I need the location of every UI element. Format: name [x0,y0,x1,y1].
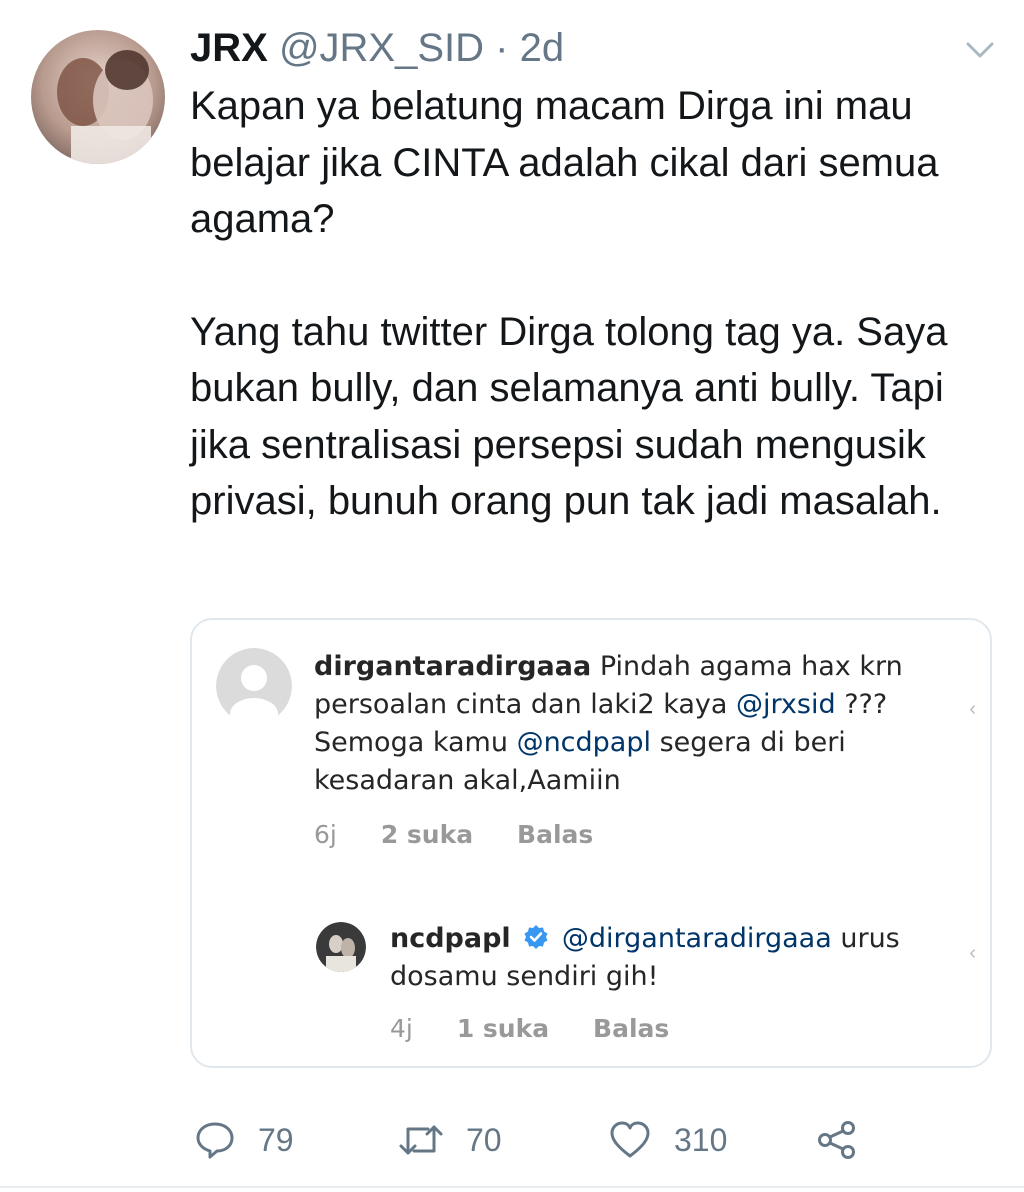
like-count: 310 [674,1121,728,1158]
comment-mention: @jrxsid [736,689,836,720]
comment-reply-label: Balas [517,820,594,849]
reply-button[interactable]: 79 [194,1110,294,1170]
avatar [316,922,366,972]
comment-reply-label: Balas [593,1014,670,1043]
tweet-header: JRX @JRX_SID · 2d [190,24,564,72]
reply-count: 79 [258,1121,294,1158]
comment-username: dirgantaradirgaaa [314,651,592,682]
comment-meta: 6j 2 suka Balas [314,820,629,849]
retweet-icon [399,1125,443,1155]
comment-body: ncdpapl @dirgantaradirgaaa urus dosamu s… [390,920,960,996]
comment-likes: 1 suka [456,1014,550,1043]
comment-likes: 2 suka [380,820,474,849]
heart-icon [610,1121,650,1158]
verified-badge-icon [524,925,548,949]
default-avatar-icon [216,648,292,724]
tweet-paragraph-2: Yang tahu twitter Dirga tolong tag ya. S… [190,309,948,524]
comment-body: dirgantaradirgaaa Pindah agama hax krn p… [314,648,934,800]
comment-age: 4j [390,1014,413,1043]
comment-meta: 4j 1 suka Balas [390,1014,705,1043]
tweet-paragraph-1: Kapan ya belatung macam Dirga ini mau be… [190,84,939,241]
attached-image[interactable]: dirgantaradirgaaa Pindah agama hax krn p… [190,618,992,1068]
separator-dot: · [495,26,509,70]
tweet-text: Kapan ya belatung macam Dirga ini mau be… [190,78,1000,530]
divider [0,1186,1024,1188]
chevron-down-icon[interactable] [962,38,998,62]
share-button[interactable] [816,1110,880,1170]
comment-age: 6j [314,820,337,849]
display-name[interactable]: JRX [190,26,268,70]
like-button[interactable]: 310 [608,1110,727,1170]
comment-username: ncdpapl [390,923,511,954]
retweet-button[interactable]: 70 [398,1110,502,1170]
heart-icon: ‹ [969,698,976,720]
tweet-time[interactable]: 2d [520,26,565,70]
tweet-actions: 79 70 310 [190,1110,1010,1170]
heart-icon: ‹ [969,942,976,964]
share-icon [818,1121,855,1159]
user-avatar[interactable] [31,30,165,164]
comment-mention: @dirgantaradirgaaa [561,923,832,954]
user-handle[interactable]: @JRX_SID [279,26,484,70]
reply-icon [196,1122,234,1159]
retweet-count: 70 [466,1121,502,1158]
comment-mention: @ncdpapl [516,727,651,758]
